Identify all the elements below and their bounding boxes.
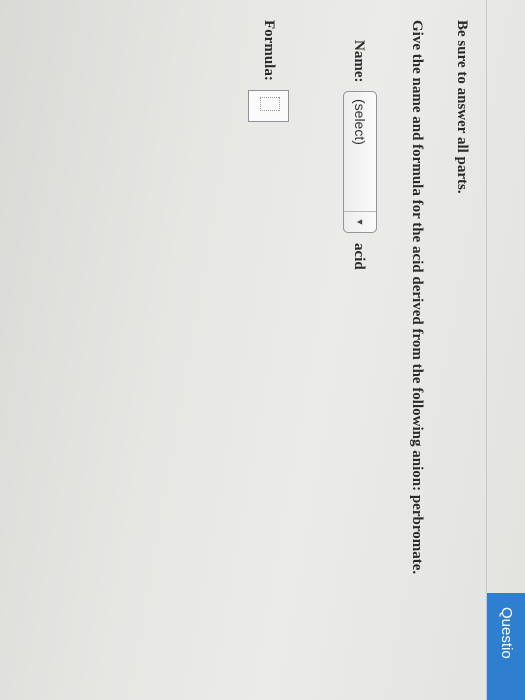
triangle-down-icon[interactable]: ▼ <box>344 211 376 232</box>
acid-suffix-text: acid <box>351 243 367 270</box>
formula-placeholder-box <box>260 97 280 111</box>
header-divider <box>486 0 487 700</box>
question-tab[interactable]: Questio <box>487 593 525 700</box>
formula-input[interactable] <box>248 90 289 122</box>
question-prompt: Give the name and formula for the acid d… <box>409 20 425 575</box>
name-label: Name: <box>351 40 367 83</box>
instruction-text: Be sure to answer all parts. <box>454 20 470 194</box>
photo-of-screen: Questio Be sure to answer all parts. Giv… <box>0 0 525 700</box>
formula-label: Formula: <box>261 20 277 81</box>
question-panel: Questio Be sure to answer all parts. Giv… <box>0 0 525 700</box>
name-dropdown-value: (select) <box>352 99 368 145</box>
name-dropdown[interactable]: (select) ▼ <box>343 91 377 233</box>
